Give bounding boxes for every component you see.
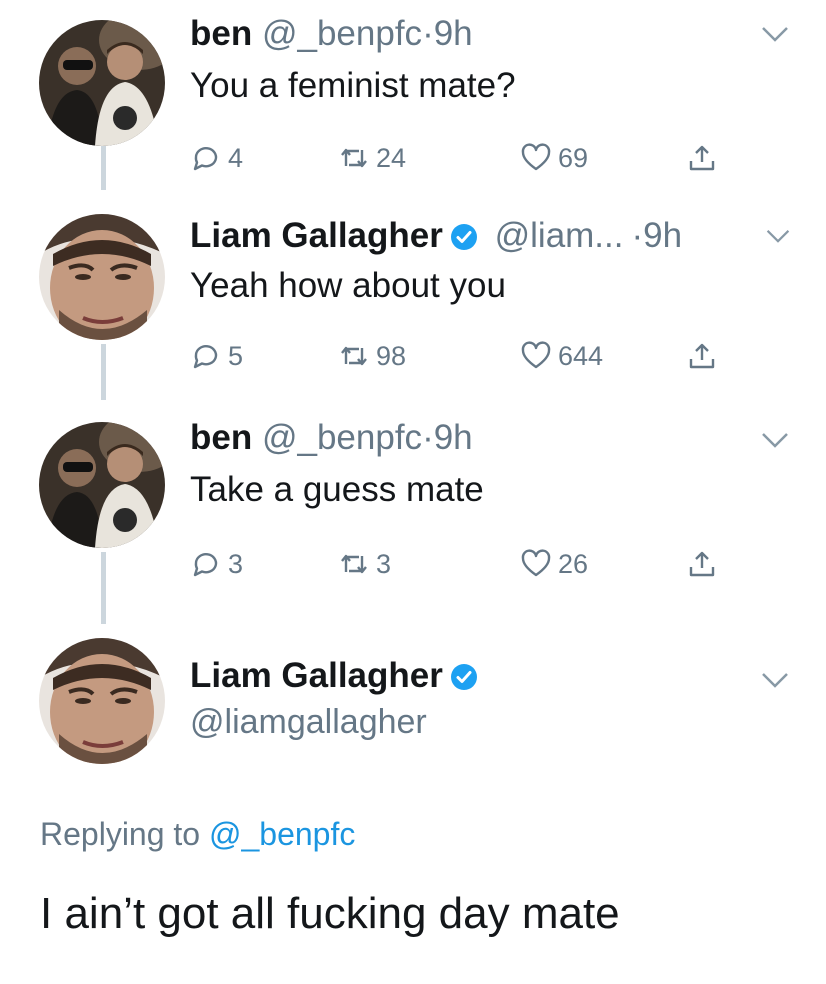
replying-to: Replying to @_benpfc	[40, 814, 355, 854]
user-handle[interactable]: @_benpfc	[262, 14, 422, 53]
reply-button[interactable]: 5	[190, 336, 243, 376]
retweet-icon	[341, 554, 367, 574]
retweet-button[interactable]: 3	[338, 544, 391, 584]
timestamp[interactable]: 9h	[434, 418, 473, 457]
avatar[interactable]	[39, 422, 165, 548]
tweet-header: Liam Gallagher @liam... ·9h	[190, 216, 682, 256]
user-handle[interactable]: @liamgallagher	[190, 702, 427, 742]
chevron-down-icon[interactable]	[760, 430, 790, 450]
avatar-photo-ben	[39, 20, 165, 146]
reply-button[interactable]: 4	[190, 138, 243, 178]
reply-icon	[193, 147, 218, 171]
display-name[interactable]: Liam Gallagher	[190, 216, 443, 255]
replying-to-label: Replying to	[40, 816, 201, 852]
display-name[interactable]: ben	[190, 14, 252, 53]
retweet-count: 3	[376, 548, 392, 579]
separator-dot: ·	[631, 216, 644, 255]
avatar[interactable]	[39, 638, 165, 764]
replying-to-handle[interactable]: @_benpfc	[209, 816, 355, 852]
avatar-photo-ben	[39, 422, 165, 548]
main-tweet: Liam Gallagher @liamgallagher Replying t…	[0, 630, 826, 970]
display-name-text[interactable]: Liam Gallagher	[190, 656, 443, 695]
user-handle[interactable]: @_benpfc	[262, 418, 422, 457]
avatar-photo-liam	[39, 214, 165, 340]
like-button[interactable]: 644	[520, 336, 603, 376]
like-button[interactable]: 26	[520, 544, 588, 584]
display-name: Liam Gallagher	[190, 656, 485, 696]
retweet-button[interactable]: 98	[338, 336, 406, 376]
user-handle[interactable]: @liam...	[495, 216, 624, 255]
share-icon	[689, 551, 715, 577]
timestamp[interactable]: 9h	[643, 216, 682, 255]
heart-icon	[521, 549, 551, 577]
chevron-down-icon[interactable]	[760, 670, 790, 690]
chevron-down-icon[interactable]	[760, 24, 790, 44]
reply-count: 4	[228, 142, 244, 173]
reply-button[interactable]: 3	[190, 544, 243, 584]
separator-dot: ·	[422, 14, 434, 53]
reply-icon	[193, 553, 218, 577]
tweet-text: Take a guess mate	[190, 470, 484, 509]
tweet-header: ben @_benpfc·9h	[190, 418, 473, 458]
avatar[interactable]	[39, 214, 165, 340]
tweet-text: I ain’t got all fucking day mate	[40, 889, 620, 938]
heart-icon	[521, 341, 551, 369]
share-icon	[689, 145, 715, 171]
retweet-icon	[341, 346, 367, 366]
heart-icon	[521, 143, 551, 171]
display-name[interactable]: ben	[190, 418, 252, 457]
share-button[interactable]	[686, 544, 724, 584]
share-icon	[689, 343, 715, 369]
like-button[interactable]: 69	[520, 138, 588, 178]
retweet-count: 24	[376, 142, 407, 173]
retweet-count: 98	[376, 340, 407, 371]
retweet-icon	[341, 148, 367, 168]
reply-icon	[193, 345, 218, 369]
verified-badge-icon	[449, 662, 479, 692]
reply-count: 5	[228, 340, 244, 371]
tweet[interactable]: ben @_benpfc·9h Take a guess mate 3 3 26	[0, 418, 826, 598]
chevron-down-icon[interactable]	[765, 226, 791, 246]
avatar-photo-liam	[39, 638, 165, 764]
avatar[interactable]	[39, 20, 165, 146]
share-button[interactable]	[686, 138, 724, 178]
tweet-text: Yeah how about you	[190, 266, 506, 305]
like-count: 69	[558, 142, 589, 173]
separator-dot: ·	[422, 418, 434, 457]
tweet-actions: 5 98 644	[190, 336, 750, 376]
tweet[interactable]: Liam Gallagher @liam... ·9h Yeah how abou…	[0, 210, 826, 390]
verified-badge-icon	[449, 222, 479, 252]
tweet-actions: 4 24 69	[190, 138, 750, 178]
retweet-button[interactable]: 24	[338, 138, 406, 178]
like-count: 644	[558, 340, 604, 371]
tweet-header: ben @_benpfc·9h	[190, 14, 473, 54]
like-count: 26	[558, 548, 589, 579]
tweet-text: You a feminist mate?	[190, 66, 516, 105]
timestamp[interactable]: 9h	[434, 14, 473, 53]
reply-count: 3	[228, 548, 244, 579]
tweet-actions: 3 3 26	[190, 544, 750, 584]
tweet[interactable]: ben @_benpfc·9h You a feminist mate? 4 2…	[0, 14, 826, 194]
share-button[interactable]	[686, 336, 724, 376]
